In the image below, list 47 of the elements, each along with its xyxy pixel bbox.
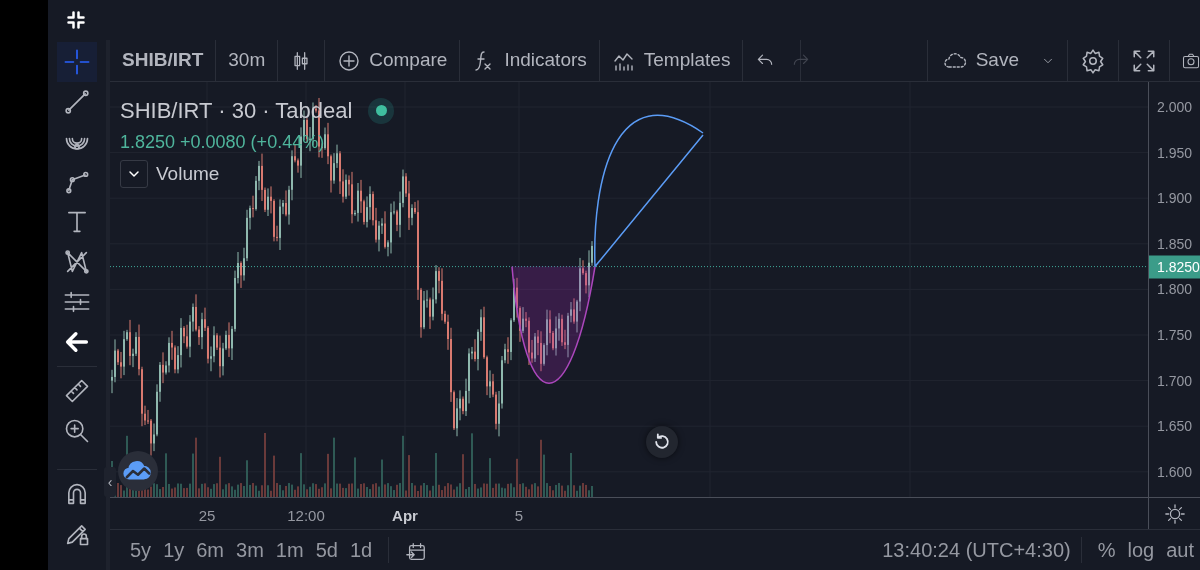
ruler-icon: [63, 377, 91, 405]
axis-label: 5: [514, 506, 524, 526]
indicator-label: Volume: [156, 162, 220, 186]
scale-button[interactable]: aut: [1160, 535, 1200, 565]
range-button[interactable]: 1m: [269, 535, 310, 565]
toolbar-button[interactable]: Templates: [599, 40, 744, 81]
range-button[interactable]: 5d: [309, 535, 344, 565]
axis-label: 25: [198, 506, 216, 526]
axis-label: 1.850: [1157, 234, 1193, 254]
collapse-button[interactable]: [120, 160, 148, 189]
axis-label: 1.650: [1157, 416, 1193, 436]
logo-button[interactable]: [118, 451, 158, 491]
range-button[interactable]: 6m: [190, 535, 231, 565]
range-button[interactable]: 1d: [343, 535, 379, 565]
zoom-in-icon: [63, 417, 91, 445]
range-button[interactable]: 5y: [124, 535, 158, 565]
axis-label: 1.700: [1157, 371, 1193, 391]
reset-button[interactable]: [646, 426, 678, 458]
save-button[interactable]: Save: [926, 40, 1068, 81]
symbol-button[interactable]: SHIB/IRT: [110, 40, 217, 81]
collapse-toggle[interactable]: ‹: [104, 467, 116, 497]
axis-label: 1.600: [1157, 462, 1193, 482]
axis-label: 1.800: [1157, 279, 1193, 299]
price-tag: 1.8250: [1149, 255, 1200, 279]
toolbar-button[interactable]: Indicators: [460, 40, 600, 81]
toolbar-button[interactable]: Compare: [325, 40, 461, 81]
pattern-icon: [63, 248, 91, 276]
calendar-icon: [405, 540, 428, 563]
scale-button[interactable]: %: [1091, 535, 1122, 565]
fullscreen-icon: [1131, 47, 1157, 74]
range-button[interactable]: 3m: [230, 535, 270, 565]
line-icon: [63, 88, 91, 116]
axis-label: Apr: [392, 506, 418, 526]
axis-label: 1.750: [1157, 325, 1193, 345]
axis-label: 2.000: [1157, 97, 1193, 117]
axis-label: 1.900: [1157, 188, 1193, 208]
axis-label: 1.950: [1157, 143, 1193, 163]
range-button[interactable]: 1y: [157, 535, 191, 565]
interval-button[interactable]: 30m: [216, 40, 279, 81]
reset-icon: [652, 432, 672, 452]
crosshair-icon: [63, 48, 91, 76]
exit-fullscreen-icon: [66, 10, 86, 30]
clock-text: 13:40:24 (UTC+4:30): [882, 538, 1071, 563]
plus-circle-icon: [337, 48, 362, 73]
scale-button[interactable]: log: [1121, 535, 1161, 565]
axis-label: 12:00: [287, 506, 325, 526]
status-dot: [368, 97, 395, 124]
